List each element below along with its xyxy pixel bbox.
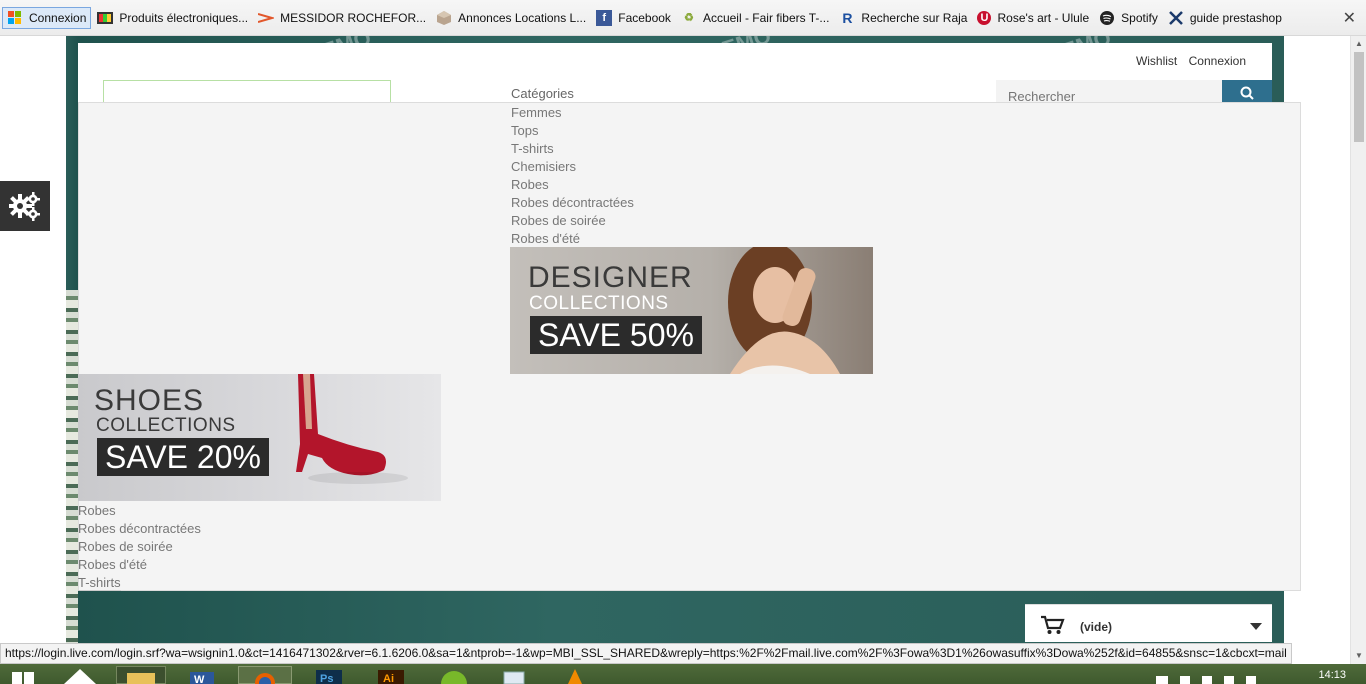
banner-discount: SAVE 50% [530, 316, 702, 354]
window-icon[interactable] [500, 666, 536, 684]
logo-placeholder[interactable] [103, 80, 391, 104]
browser-status-url: https://login.live.com/login.srf?wa=wsig… [0, 643, 1292, 664]
scrollbar-thumb[interactable] [1354, 52, 1364, 142]
banner-title: SHOES [94, 384, 205, 417]
prestashop-icon [1168, 10, 1184, 26]
shopping-cart-icon [1041, 615, 1065, 634]
search-button[interactable] [1222, 80, 1272, 104]
menu-item-robes-soiree[interactable]: Robes de soirée [511, 213, 606, 228]
background-flowers [66, 290, 78, 650]
bookmark-fair-fibers[interactable]: ♻ Accueil - Fair fibers T-... [677, 7, 833, 29]
gear-icon [9, 192, 40, 221]
raja-icon: R [842, 9, 853, 26]
scroll-down-arrow-icon[interactable]: ▼ [1351, 648, 1366, 664]
menu-item-tshirts[interactable]: T-shirts [78, 575, 121, 591]
bookmark-spotify[interactable]: Spotify [1095, 7, 1162, 29]
scroll-up-arrow-icon[interactable]: ▲ [1351, 36, 1366, 52]
scrollbar[interactable]: ▲ ▼ [1350, 36, 1366, 664]
red-heel-photo [296, 374, 408, 484]
bookmark-label: Annonces Locations L... [458, 10, 587, 25]
windows-icon [7, 10, 23, 26]
menu-item-chemisiers[interactable]: Chemisiers [511, 159, 576, 174]
ulule-icon: U [977, 10, 992, 25]
menu-item-robes-ete[interactable]: Robes d'été [78, 557, 147, 572]
spotify-icon [1099, 10, 1115, 26]
menu-item-robes-soiree[interactable]: Robes de soirée [78, 539, 173, 554]
cart-status: (vide) [1080, 620, 1113, 634]
menu-item-femmes[interactable]: Femmes [511, 105, 562, 120]
windows-taskbar: W Ps Ai 14:13 [0, 664, 1366, 684]
bookmark-connexion[interactable]: Connexion [2, 6, 92, 29]
menu-item-robes[interactable]: Robes [78, 503, 116, 518]
menu-item-tops[interactable]: Tops [511, 123, 538, 138]
home-icon[interactable] [62, 666, 98, 684]
bookmark-facebook[interactable]: f Facebook [592, 7, 675, 29]
menu-item-robes[interactable]: Robes [511, 177, 549, 192]
close-icon[interactable]: ✕ [1343, 8, 1356, 28]
designer-collections-banner[interactable]: DESIGNER COLLECTIONS SAVE 50% [510, 247, 873, 374]
box-icon [436, 10, 452, 26]
login-link[interactable]: Connexion [1189, 54, 1246, 68]
start-button-icon[interactable] [8, 666, 38, 684]
bookmark-label: Facebook [618, 10, 671, 25]
bookmark-messidor[interactable]: MESSIDOR ROCHEFOR... [254, 7, 430, 29]
svg-text:W: W [194, 674, 205, 684]
bookmark-ulule[interactable]: U Rose's art - Ulule [973, 7, 1093, 29]
bookmark-label: MESSIDOR ROCHEFOR... [280, 10, 427, 25]
bookmark-prestashop[interactable]: guide prestashop [1164, 7, 1286, 29]
word-icon[interactable]: W [184, 666, 220, 684]
tv-icon [97, 10, 114, 26]
chevron-down-icon[interactable] [1250, 623, 1262, 630]
bookmark-label: Spotify [1121, 10, 1158, 25]
svg-text:Ps: Ps [320, 673, 333, 684]
theme-config-button[interactable] [0, 181, 50, 231]
bookmark-annonces[interactable]: Annonces Locations L... [432, 7, 590, 29]
shoes-collections-banner[interactable]: SHOES COLLECTIONS SAVE 20% [78, 374, 441, 501]
wishlist-link[interactable]: Wishlist [1136, 54, 1177, 68]
banner-discount: SAVE 20% [97, 438, 269, 476]
menu-item-robes-ete[interactable]: Robes d'été [511, 231, 580, 246]
bookmark-raja[interactable]: R Recherche sur Raja [835, 7, 971, 29]
svg-text:Ai: Ai [383, 673, 394, 684]
search-icon [1240, 86, 1254, 100]
facebook-icon: f [596, 9, 613, 26]
model-photo [728, 247, 840, 374]
search-input[interactable] [996, 80, 1222, 104]
recycle-icon: ♻ [684, 12, 694, 24]
firefox-icon[interactable] [238, 666, 292, 684]
arrow-icon [258, 10, 275, 26]
bookmarks-bar: Connexion Produits électroniques... MESS… [0, 0, 1366, 36]
bookmark-label: Rose's art - Ulule [997, 10, 1090, 25]
bookmark-produits[interactable]: Produits électroniques... [93, 7, 252, 29]
bookmark-label: Accueil - Fair fibers T-... [702, 10, 830, 25]
site-header: Wishlist Connexion [78, 43, 1272, 104]
menu-heading-categories[interactable]: Catégories [511, 86, 574, 101]
bookmark-label: Recherche sur Raja [861, 10, 968, 25]
illustrator-icon[interactable]: Ai [374, 666, 410, 684]
banner-subtitle: COLLECTIONS [529, 293, 669, 314]
menu-item-tshirts[interactable]: T-shirts [511, 141, 554, 156]
menu-item-robes-decontractees[interactable]: Robes décontractées [78, 521, 201, 536]
cart-block[interactable]: (vide) [1025, 604, 1272, 642]
bookmark-label: Produits électroniques... [119, 10, 249, 25]
menu-item-robes-decontractees[interactable]: Robes décontractées [511, 195, 634, 210]
utorrent-icon[interactable] [436, 666, 472, 684]
bookmark-label: guide prestashop [1189, 10, 1282, 25]
photoshop-icon[interactable]: Ps [312, 666, 348, 684]
vlc-icon[interactable] [560, 666, 590, 684]
user-links: Wishlist Connexion [1128, 54, 1246, 68]
banner-subtitle: COLLECTIONS [96, 415, 236, 436]
banner-title: DESIGNER [528, 261, 693, 294]
system-tray-icons[interactable] [1150, 666, 1270, 684]
taskbar-clock: 14:13 [1318, 669, 1346, 681]
file-explorer-icon[interactable] [116, 666, 166, 684]
bookmark-label: Connexion [29, 10, 87, 25]
